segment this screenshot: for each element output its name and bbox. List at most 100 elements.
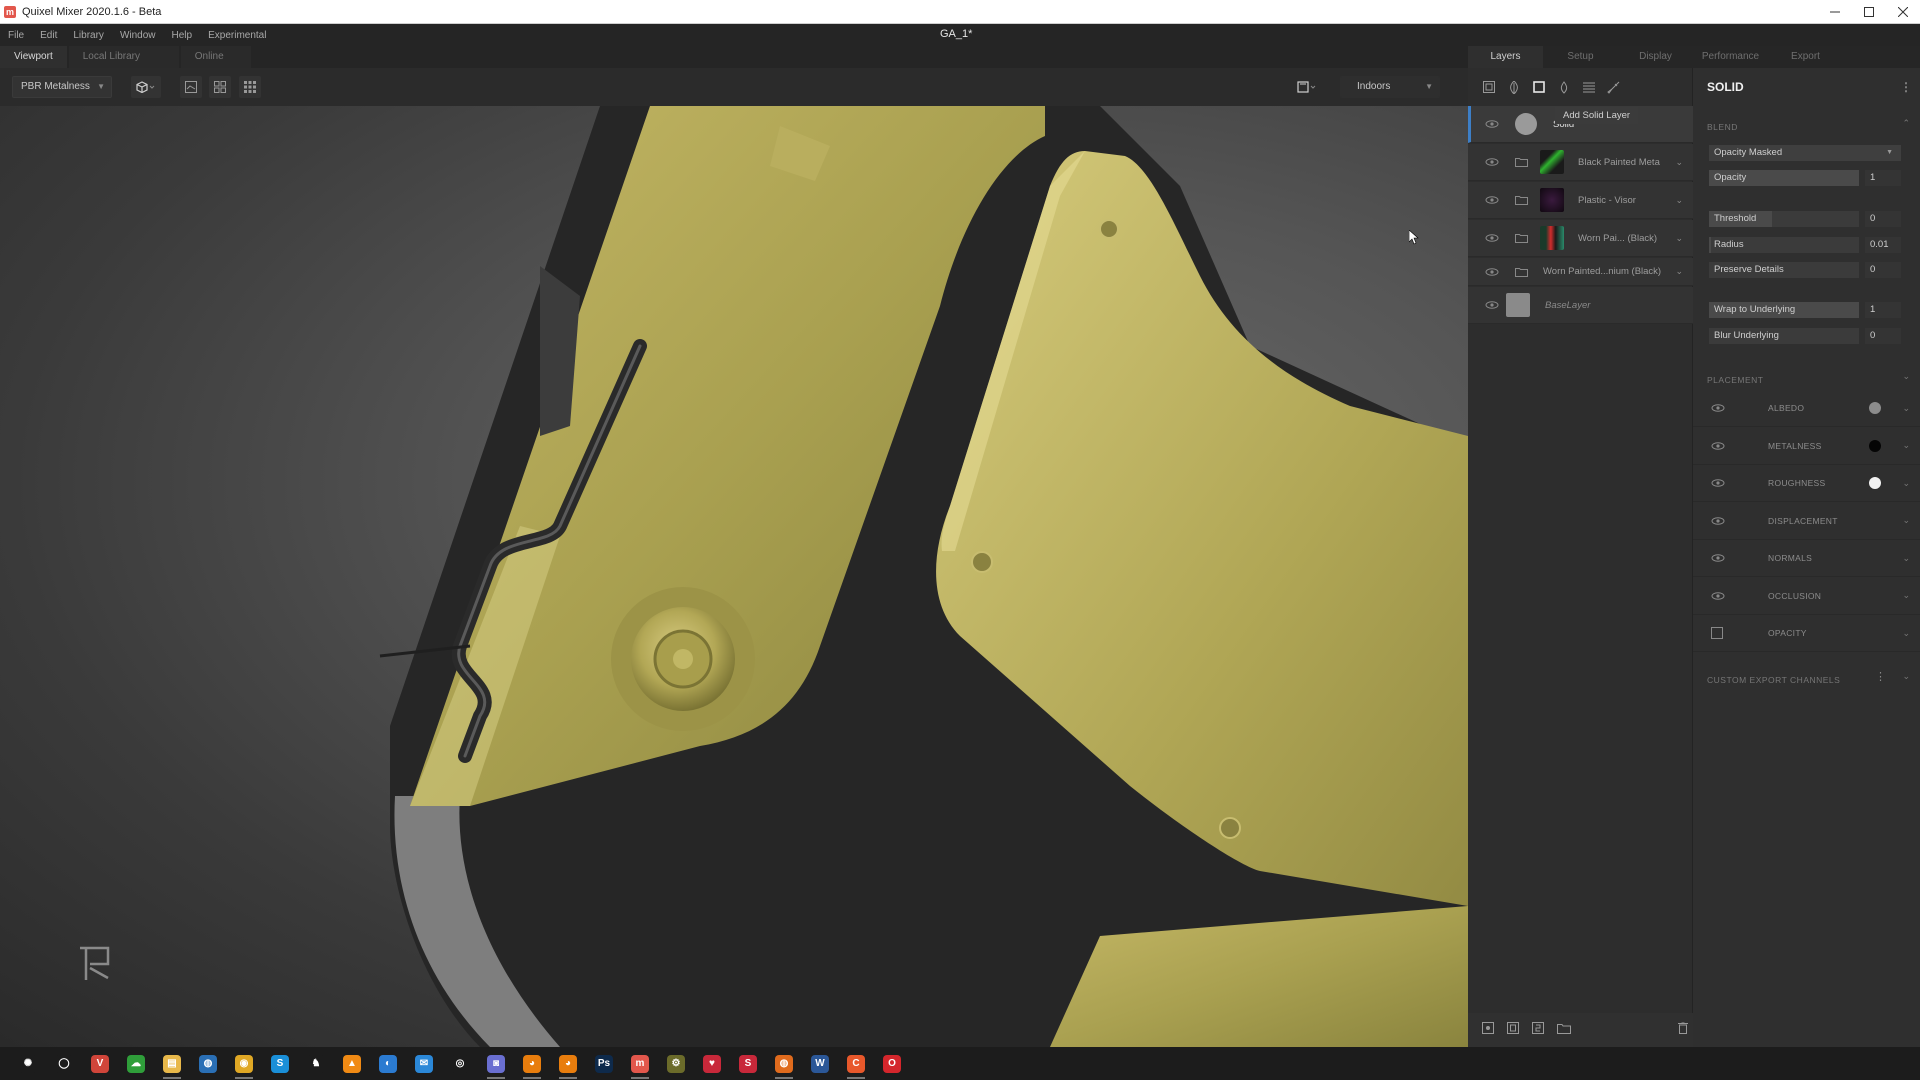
threshold-slider[interactable]: Threshold [1709,211,1859,227]
eye-icon[interactable] [1711,516,1725,525]
3d-view-mode-button[interactable] [131,76,161,98]
tab-local-library[interactable]: Local Library [68,46,179,68]
taskbar-blender-2-icon[interactable]: ◕ [559,1054,577,1079]
eye-icon[interactable] [1485,234,1499,242]
menu-file[interactable]: File [0,30,32,41]
taskbar-browser-globe-icon[interactable]: ◍ [199,1054,217,1073]
more-options-icon[interactable]: ⋮ [1900,80,1912,94]
menu-library[interactable]: Library [65,30,112,41]
layer-row-black-painted-metal[interactable]: Black Painted Meta ⌄ [1468,144,1693,181]
channel-row-displacement[interactable]: DISPLACEMENT ⌄ [1693,503,1920,540]
taskbar-photoshop-icon[interactable]: Ps [595,1054,613,1073]
taskbar-settings-app-icon[interactable]: ⚙ [667,1054,685,1073]
add-mask-button[interactable] [1482,1021,1494,1039]
menu-window[interactable]: Window [112,30,164,41]
taskbar-discord-app-icon[interactable]: ◙ [487,1054,505,1079]
taskbar-mail-icon[interactable]: ✉ [415,1054,433,1073]
checkbox-icon[interactable] [1711,627,1723,639]
eye-icon[interactable] [1711,441,1725,450]
chevron-down-icon[interactable]: ⌄ [1902,590,1910,601]
menu-experimental[interactable]: Experimental [200,30,274,41]
menu-edit[interactable]: Edit [32,30,65,41]
eye-icon[interactable] [1485,158,1499,166]
taskbar-obs-icon[interactable]: ◎ [451,1054,469,1073]
channel-color-swatch[interactable] [1869,439,1881,452]
channel-row-metalness[interactable]: METALNESS ⌄ [1693,428,1920,465]
add-component-button[interactable] [1507,1021,1519,1039]
blur-underlying-value[interactable]: 0 [1865,328,1901,344]
channel-row-occlusion[interactable]: OCCLUSION ⌄ [1693,578,1920,615]
add-modifier-button[interactable] [1532,1021,1544,1039]
channel-row-opacity[interactable]: OPACITY ⌄ [1693,615,1920,652]
taskbar-chrome-icon[interactable]: ◉ [235,1054,253,1079]
maximize-button[interactable] [1852,0,1886,24]
chevron-down-icon[interactable]: ⌄ [1675,266,1683,277]
channel-color-swatch[interactable] [1869,402,1881,414]
tab-online[interactable]: Online [180,46,251,68]
layer-row-worn-painted-titanium-black[interactable]: Worn Painted...nium (Black) ⌄ [1468,258,1693,286]
chevron-down-icon[interactable]: ⌄ [1675,233,1683,244]
taskbar-skype-icon[interactable]: S [271,1054,289,1073]
add-surface-layer-button[interactable] [1482,81,1495,94]
channel-row-roughness[interactable]: ROUGHNESS ⌄ [1693,465,1920,502]
chevron-down-icon[interactable]: ⌄ [1902,515,1910,526]
2d-view-button[interactable] [180,76,202,98]
chevron-down-icon[interactable]: ⌄ [1675,157,1683,168]
layer-row-base-layer[interactable]: BaseLayer [1468,287,1693,324]
taskbar-heart-app-icon[interactable]: ♥ [703,1054,721,1073]
eye-icon[interactable] [1711,591,1725,600]
chevron-down-icon[interactable]: ⌄ [1675,195,1683,206]
add-solid-layer-button[interactable] [1532,81,1545,94]
3d-viewport[interactable] [0,106,1468,1047]
taskbar-steelseries-icon[interactable]: ✺ [19,1054,37,1073]
taskbar-file-explorer-icon[interactable]: ▤ [163,1054,181,1079]
tab-setup[interactable]: Setup [1543,46,1618,68]
channel-row-normals[interactable]: NORMALS ⌄ [1693,540,1920,577]
eye-icon[interactable] [1485,120,1499,128]
taskbar-vlc-icon[interactable]: ▲ [343,1054,361,1073]
channel-color-swatch[interactable] [1869,477,1881,489]
chevron-down-icon[interactable]: ⌄ [1902,478,1910,489]
chevron-down-icon[interactable]: ⌄ [1902,440,1910,451]
add-brush-button[interactable] [1607,81,1620,94]
tab-layers[interactable]: Layers [1468,46,1543,68]
wrap-to-underlying-value[interactable]: 1 [1865,302,1901,318]
eye-icon[interactable] [1711,554,1725,562]
radius-value[interactable]: 0.01 [1865,237,1901,253]
tab-display[interactable]: Display [1618,46,1693,68]
channel-row-albedo[interactable]: ALBEDO ⌄ [1693,390,1920,427]
add-folder-button[interactable] [1557,1021,1571,1039]
tab-viewport[interactable]: Viewport [0,46,67,68]
layer-row-plastic-visor[interactable]: Plastic - Visor ⌄ [1468,182,1693,219]
split-view-button[interactable] [209,76,231,98]
eye-icon[interactable] [1711,479,1725,487]
chevron-down-icon[interactable]: ⌄ [1902,403,1910,414]
chevron-down-icon[interactable]: ⌄ [1902,371,1910,382]
preserve-details-value[interactable]: 0 [1865,262,1901,278]
blend-mode-dropdown[interactable]: Opacity Masked ▼ [1709,145,1901,161]
grid-view-button[interactable] [239,76,261,98]
add-fill-button[interactable] [1557,80,1570,94]
threshold-value[interactable]: 0 [1865,211,1901,227]
chevron-down-icon[interactable]: ⌄ [1902,671,1910,682]
preserve-details-slider[interactable]: Preserve Details [1709,262,1859,278]
taskbar-firefox-icon[interactable]: ◍ [775,1054,793,1079]
radius-slider[interactable]: Radius [1709,237,1859,253]
opacity-value[interactable]: 1 [1865,170,1901,186]
eye-icon[interactable] [1485,196,1499,204]
taskbar-word-icon[interactable]: W [811,1054,829,1073]
taskbar-cortana-icon[interactable]: ◯ [55,1054,73,1073]
taskbar-quixel-mixer-icon[interactable]: m [631,1054,649,1079]
add-smart-material-button[interactable] [1582,81,1595,94]
taskbar-vivaldi-icon[interactable]: V [91,1054,109,1073]
camera-mode-button[interactable] [1293,76,1323,98]
taskbar-orange-app-icon[interactable]: C [847,1054,865,1079]
eye-icon[interactable] [1711,404,1725,412]
minimize-button[interactable] [1818,0,1852,24]
environment-dropdown[interactable]: Indoors ▼ [1340,76,1440,98]
eye-icon[interactable] [1485,267,1499,276]
wrap-to-underlying-slider[interactable]: Wrap to Underlying [1709,302,1859,318]
taskbar-opera-icon[interactable]: O [883,1054,901,1073]
placement-section-label[interactable]: PLACEMENT [1707,375,1763,385]
delete-layer-button[interactable] [1678,1021,1688,1039]
